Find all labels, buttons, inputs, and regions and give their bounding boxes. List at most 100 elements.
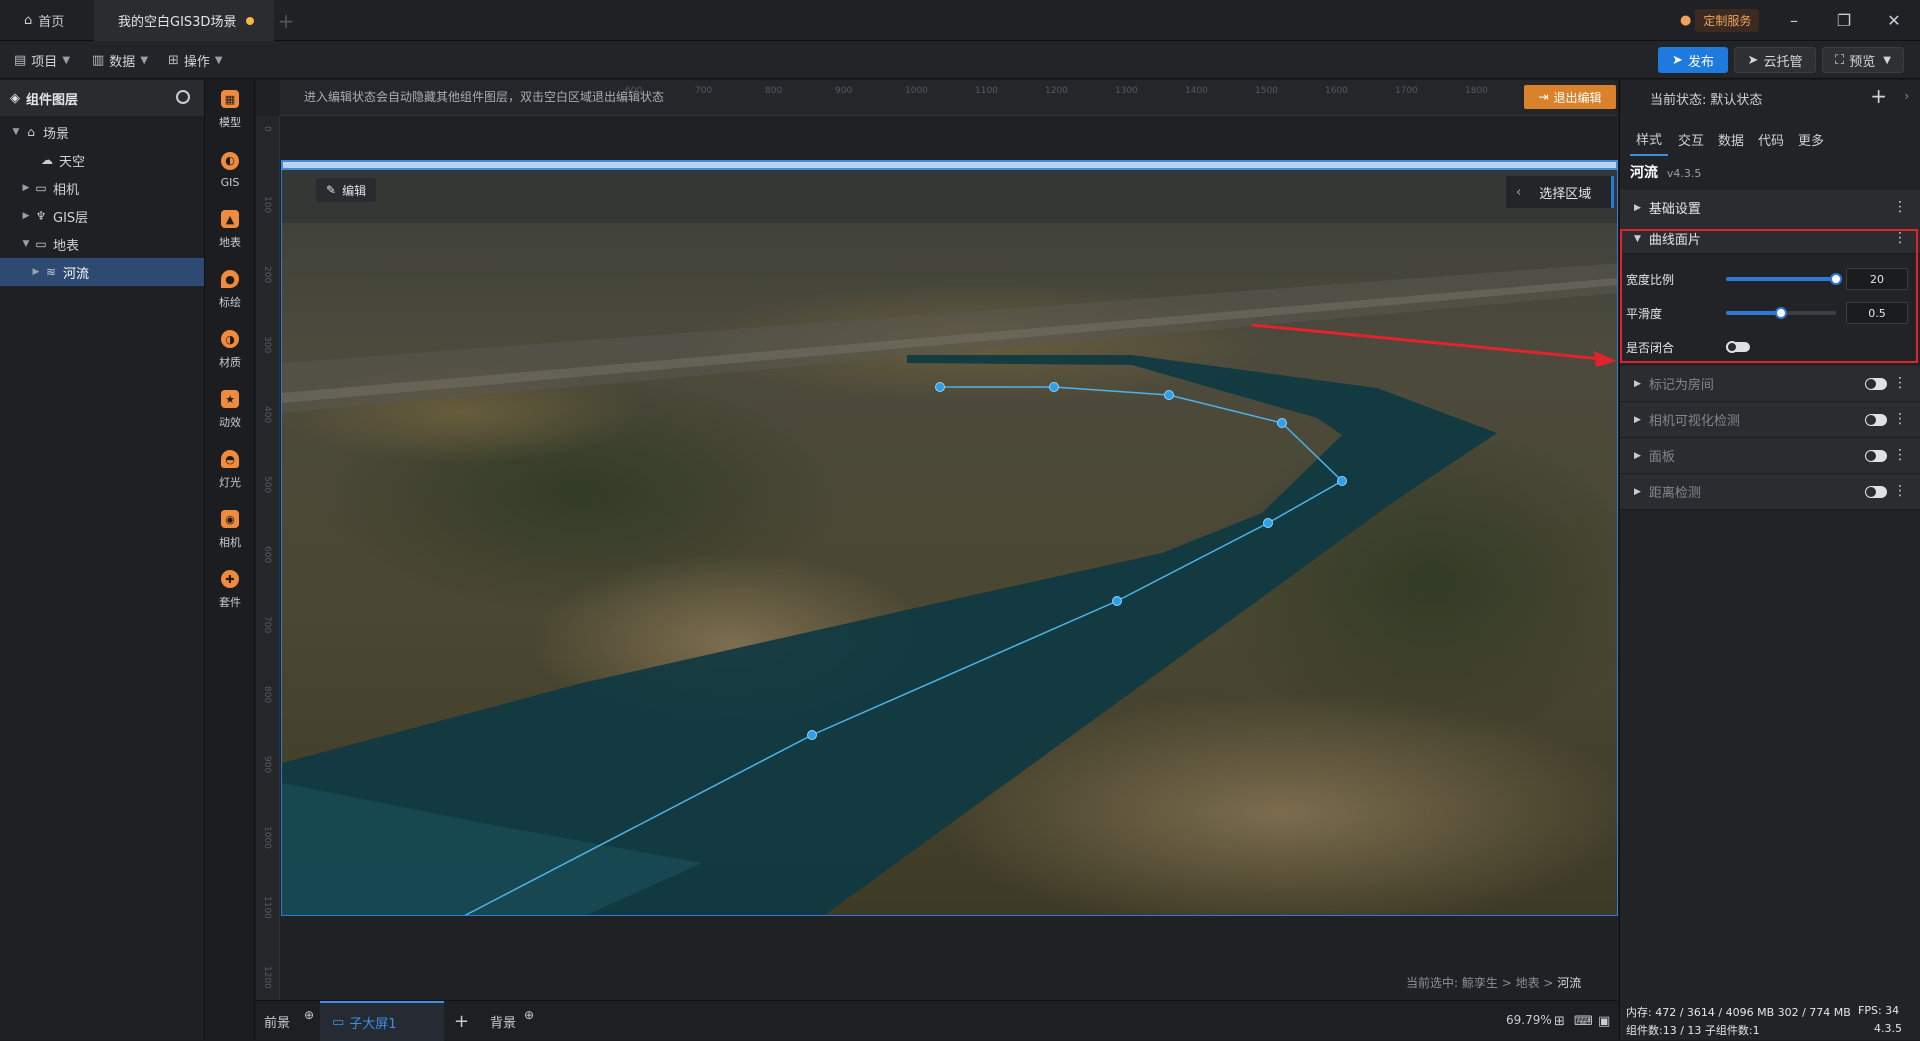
prop-closed: 是否闭合	[1620, 330, 1920, 364]
more-vertical-icon[interactable]: ⋮	[1893, 199, 1907, 215]
menu-data[interactable]: ▥ 数据 ▼	[92, 41, 148, 79]
tool-light[interactable]: ◓ 灯光	[205, 440, 255, 500]
closed-toggle[interactable]	[1726, 341, 1750, 353]
fit-screen-icon[interactable]: ⊞	[1554, 1001, 1565, 1041]
tool-effect[interactable]: ★ 动效	[205, 380, 255, 440]
close-button[interactable]: ✕	[1882, 8, 1906, 32]
model-icon: ▦	[221, 90, 239, 108]
tab-code[interactable]: 代码	[1758, 122, 1784, 156]
publish-button[interactable]: ➤ 发布	[1658, 47, 1728, 73]
layer-panel: ◈ 组件图层 ▼ ⌂ 场景 ☁ 天空 ▶ ▭ 相机 ▶ ♆ GIS层 ▼ ▭ 地…	[0, 80, 205, 1040]
tool-kit[interactable]: ✚ 套件	[205, 560, 255, 620]
tab-data[interactable]: 数据	[1718, 122, 1744, 156]
preview-button[interactable]: ⛶ 预览 ▼	[1822, 47, 1904, 73]
breadcrumb-item[interactable]: 地表	[1516, 976, 1540, 990]
breadcrumb-item[interactable]: 鲸孪生	[1462, 976, 1498, 990]
more-vertical-icon[interactable]: ⋮	[1893, 230, 1907, 246]
state-value[interactable]: 默认状态	[1710, 89, 1762, 108]
more-vertical-icon[interactable]: ⋮	[1893, 375, 1907, 391]
bottom-bar: 前景 ⊕ ▭ 子大屏1 + 背景 ⊕ 69.79% ⊞ ⌨ ▣	[256, 1000, 1618, 1041]
section-mark-as-room[interactable]: ▶ 标记为房间 ⋮	[1620, 366, 1920, 402]
menu-operate[interactable]: ⊞ 操作 ▼	[168, 41, 223, 79]
unsaved-dot-icon	[246, 16, 255, 25]
tree-item-terrain[interactable]: ▼ ▭ 地表	[0, 230, 204, 258]
layer-panel-header: ◈ 组件图层	[0, 80, 204, 116]
tool-camera[interactable]: ◉ 相机	[205, 500, 255, 560]
slider-knob[interactable]	[1830, 273, 1842, 285]
new-tab-button[interactable]: +	[276, 0, 296, 41]
ruler-tick-label: 1000	[905, 86, 928, 96]
caret-down-icon[interactable]: ▼	[20, 239, 32, 249]
tree-item-camera[interactable]: ▶ ▭ 相机	[0, 174, 204, 202]
tree-item-river[interactable]: ▶ ≋ 河流	[0, 258, 204, 286]
chat-icon: ●	[1680, 12, 1692, 28]
restore-button[interactable]: ❐	[1832, 8, 1856, 32]
more-vertical-icon[interactable]: ⋮	[1893, 447, 1907, 463]
tab-home[interactable]: ⌂ 首页	[0, 0, 94, 41]
chevron-right-icon[interactable]: ›	[1904, 89, 1909, 103]
tool-gis[interactable]: ◐ GIS	[205, 140, 255, 200]
width-ratio-slider[interactable]	[1726, 273, 1842, 285]
camera-visibility-toggle[interactable]	[1865, 414, 1887, 426]
publish-label: 发布	[1687, 54, 1714, 70]
edit-chip-label: 编辑	[342, 183, 367, 198]
terminal-icon[interactable]: ▣	[1598, 1001, 1610, 1041]
tab-more[interactable]: 更多	[1798, 122, 1824, 156]
section-distance-detect[interactable]: ▶ 距离检测 ⋮	[1620, 474, 1920, 510]
document-icon: ▤	[14, 52, 27, 68]
distance-toggle[interactable]	[1865, 486, 1887, 498]
more-vertical-icon[interactable]: ⋮	[1893, 411, 1907, 427]
tab-scene[interactable]: 我的空白GIS3D场景	[94, 0, 274, 41]
tab-interaction[interactable]: 交互	[1678, 122, 1704, 156]
mark-room-toggle[interactable]	[1865, 378, 1887, 390]
tool-model[interactable]: ▦ 模型	[205, 80, 255, 140]
add-screen-button[interactable]: +	[454, 1001, 469, 1041]
exit-edit-button[interactable]: ⇥ 退出编辑	[1524, 85, 1616, 109]
search-icon[interactable]	[176, 90, 190, 104]
custom-service-button[interactable]: ● 定制服务	[1680, 8, 1760, 32]
tab-background[interactable]: 背景 ⊕	[490, 1001, 534, 1041]
tree-item-sky[interactable]: ☁ 天空	[0, 146, 204, 174]
smoothness-input[interactable]: 0.5	[1846, 302, 1908, 324]
select-area-button[interactable]: ‹ 选择区域	[1506, 176, 1614, 208]
minimize-button[interactable]: –	[1782, 8, 1806, 32]
panel-toggle[interactable]	[1865, 450, 1887, 462]
add-state-button[interactable]: +	[1870, 84, 1887, 108]
grid-icon: ⊞	[168, 52, 179, 68]
smoothness-slider[interactable]	[1726, 307, 1836, 319]
ruler-tick-label: 100	[262, 196, 272, 214]
selection-top-bar[interactable]	[281, 160, 1618, 170]
section-basic-settings[interactable]: ▶ 基础设置 ⋮	[1620, 190, 1920, 226]
keyboard-icon[interactable]: ⌨	[1574, 1001, 1593, 1041]
caret-right-icon[interactable]: ▶	[20, 211, 32, 221]
menu-project[interactable]: ▤ 项目 ▼	[14, 41, 70, 79]
add-circle-icon[interactable]: ⊕	[304, 1008, 314, 1022]
ruler-tick-label: 1100	[975, 86, 998, 96]
section-camera-visibility[interactable]: ▶ 相机可视化检测 ⋮	[1620, 402, 1920, 438]
caret-right-icon: ▶	[1634, 450, 1641, 461]
tool-material[interactable]: ◑ 材质	[205, 320, 255, 380]
tab-scene-label: 我的空白GIS3D场景	[118, 15, 237, 30]
caret-right-icon[interactable]: ▶	[30, 267, 42, 277]
zoom-level[interactable]: 69.79%	[1506, 1013, 1552, 1027]
caret-down-icon[interactable]: ▼	[10, 127, 22, 137]
edit-chip[interactable]: ✎ 编辑	[316, 178, 377, 202]
tool-plot[interactable]: ● 标绘	[205, 260, 255, 320]
3d-viewport[interactable]	[281, 162, 1618, 916]
slider-knob[interactable]	[1775, 307, 1787, 319]
ruler-tick-label: 900	[835, 86, 853, 96]
caret-right-icon[interactable]: ▶	[20, 183, 32, 193]
tab-sub-screen[interactable]: ▭ 子大屏1	[320, 1001, 444, 1041]
cloud-host-button[interactable]: ➤ 云托管	[1734, 47, 1816, 73]
more-vertical-icon[interactable]: ⋮	[1893, 483, 1907, 499]
tree-item-gis[interactable]: ▶ ♆ GIS层	[0, 202, 204, 230]
width-ratio-input[interactable]: 20	[1846, 268, 1908, 290]
tool-terrain[interactable]: ▲ 地表	[205, 200, 255, 260]
add-circle-icon[interactable]: ⊕	[524, 1008, 534, 1022]
tree-item-scene[interactable]: ▼ ⌂ 场景	[0, 118, 204, 146]
tab-style[interactable]: 样式	[1630, 122, 1669, 156]
tab-foreground[interactable]: 前景 ⊕	[264, 1001, 314, 1041]
ruler-tick-label: 1300	[1115, 86, 1138, 96]
section-panel[interactable]: ▶ 面板 ⋮	[1620, 438, 1920, 474]
section-curve-patch[interactable]: ▼ 曲线面片 ⋮	[1620, 224, 1920, 254]
